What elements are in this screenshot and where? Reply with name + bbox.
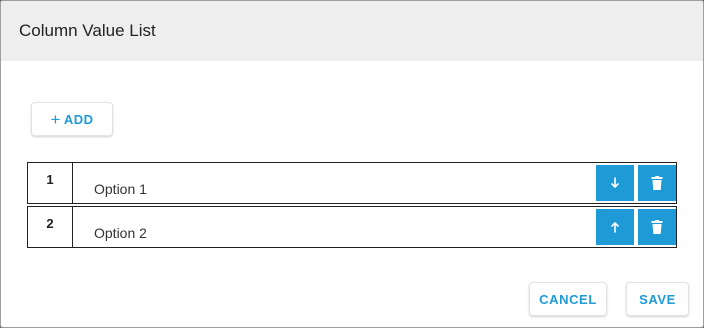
value-input[interactable]	[94, 178, 574, 200]
trash-icon	[651, 220, 663, 234]
trash-icon	[651, 176, 663, 190]
delete-button[interactable]	[638, 165, 676, 201]
column-value-list-dialog: Column Value List + ADD 1 2	[0, 0, 704, 328]
add-button[interactable]: + ADD	[31, 102, 113, 136]
value-row: 2	[27, 206, 677, 248]
row-index: 1	[28, 163, 73, 203]
move-down-button[interactable]	[596, 165, 634, 201]
dialog-header: Column Value List	[1, 1, 703, 61]
row-index: 2	[28, 207, 73, 247]
value-row: 1	[27, 162, 677, 204]
cancel-button[interactable]: CANCEL	[529, 282, 607, 316]
value-input[interactable]	[94, 222, 574, 244]
save-button[interactable]: SAVE	[626, 282, 689, 316]
focused-input-underline	[94, 247, 572, 248]
arrow-up-icon	[611, 222, 619, 233]
plus-icon: +	[50, 109, 61, 129]
delete-button[interactable]	[638, 209, 676, 245]
dialog-title: Column Value List	[19, 21, 156, 40]
move-up-button[interactable]	[596, 209, 634, 245]
add-button-label: ADD	[63, 111, 94, 127]
arrow-down-icon	[611, 177, 619, 188]
